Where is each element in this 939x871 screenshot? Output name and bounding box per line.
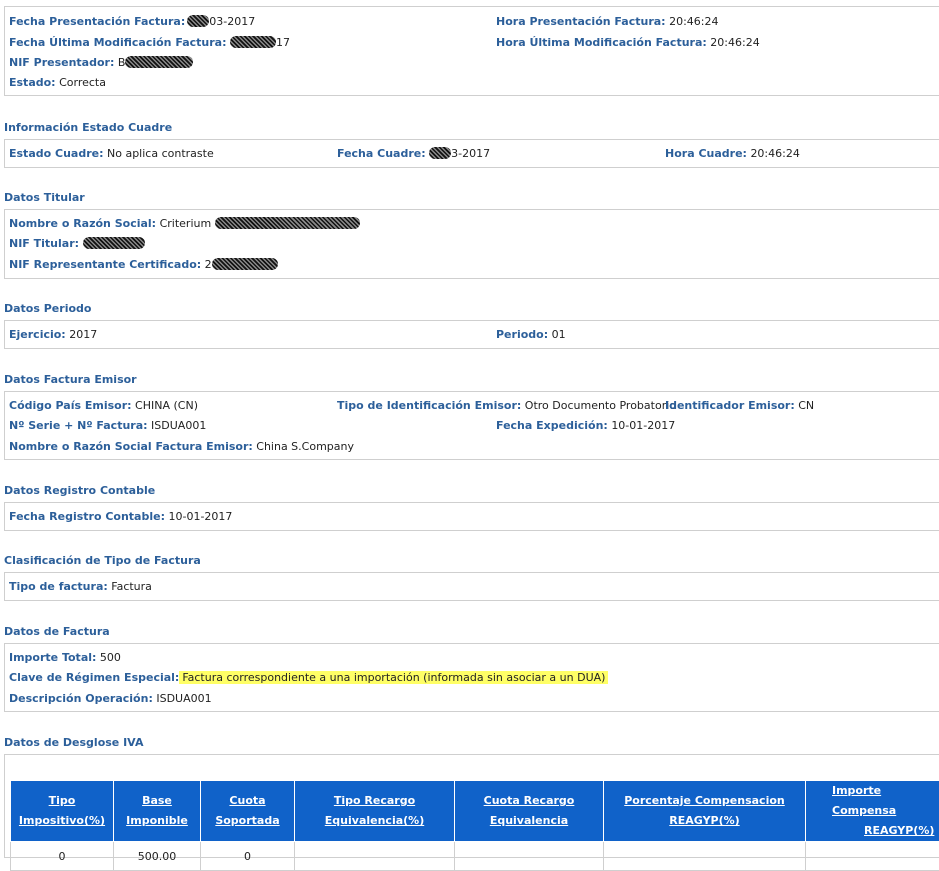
descripcion-operacion: Descripción Operación: ISDUA001	[9, 692, 212, 706]
codigo-pais-emisor: Código País Emisor: CHINA (CN)	[9, 399, 198, 413]
col-tipo-recargo-equivalencia[interactable]: Tipo RecargoEquivalencia(%)	[295, 781, 455, 842]
table-header-row: TipoImpositivo(%) BaseImponible CuotaSop…	[11, 781, 939, 842]
periodo-panel: Ejercicio: 2017 Periodo: 01	[4, 320, 939, 349]
section-title-registro: Datos Registro Contable	[4, 484, 155, 498]
estado: Estado: Correcta	[9, 76, 106, 90]
nombre-razon-social: Nombre o Razón Social: Criterium	[9, 217, 360, 231]
section-title-emisor: Datos Factura Emisor	[4, 373, 137, 387]
titular-panel: Nombre o Razón Social: Criterium NIF Tit…	[4, 209, 939, 279]
redacted-block	[429, 147, 451, 159]
tipo-identificacion-emisor: Tipo de Identificación Emisor: Otro Docu…	[337, 399, 676, 413]
cell-cuota-recargo	[455, 842, 604, 871]
cell-porcentaje-compensacion	[604, 842, 806, 871]
cell-importe-compensacion	[806, 842, 939, 871]
redacted-block	[215, 217, 360, 229]
registro-panel: Fecha Registro Contable: 10-01-2017	[4, 502, 939, 531]
estado-cuadre-panel: Estado Cuadre: No aplica contraste Fecha…	[4, 139, 939, 168]
identificador-emisor: Identificador Emisor: CN	[665, 399, 814, 413]
cell-tipo-recargo	[295, 842, 455, 871]
desglose-iva-table: TipoImpositivo(%) BaseImponible CuotaSop…	[10, 780, 939, 871]
redacted-block	[230, 36, 276, 48]
clave-regimen-especial: Clave de Régimen Especial:Factura corres…	[9, 671, 608, 685]
cell-cuota-soportada: 0	[201, 842, 295, 871]
nombre-emisor: Nombre o Razón Social Factura Emisor: Ch…	[9, 440, 354, 454]
redacted-block	[212, 258, 278, 270]
nif-presentador: NIF Presentador: B	[9, 56, 193, 70]
cell-tipo-impositivo: 0	[11, 842, 114, 871]
factura-panel: Importe Total: 500 Clave de Régimen Espe…	[4, 643, 939, 712]
periodo: Periodo: 01	[496, 328, 566, 342]
col-cuota-soportada[interactable]: CuotaSoportada	[201, 781, 295, 842]
numero-serie-factura: Nº Serie + Nº Factura: ISDUA001	[9, 419, 206, 433]
section-title-clasificacion: Clasificación de Tipo de Factura	[4, 554, 201, 568]
fecha-ultima-modificacion: Fecha Última Modificación Factura: 17	[9, 36, 290, 50]
importe-total: Importe Total: 500	[9, 651, 121, 665]
col-tipo-impositivo[interactable]: TipoImpositivo(%)	[11, 781, 114, 842]
fecha-presentacion: Fecha Presentación Factura:03-2017	[9, 15, 255, 29]
section-title-periodo: Datos Periodo	[4, 302, 91, 316]
col-porcentaje-compensacion[interactable]: Porcentaje CompensacionREAGYP(%)	[604, 781, 806, 842]
presentacion-panel: Fecha Presentación Factura:03-2017 Hora …	[4, 6, 939, 96]
emisor-panel: Código País Emisor: CHINA (CN) Tipo de I…	[4, 391, 939, 460]
clasificacion-panel: Tipo de factura: Factura	[4, 572, 939, 601]
section-title-titular: Datos Titular	[4, 191, 85, 205]
cell-base-imponible: 500.00	[114, 842, 201, 871]
hora-ultima-modificacion: Hora Última Modificación Factura: 20:46:…	[496, 36, 760, 50]
table-row: 0 500.00 0	[11, 842, 939, 871]
col-cuota-recargo-equivalencia[interactable]: Cuota RecargoEquivalencia	[455, 781, 604, 842]
section-title-factura: Datos de Factura	[4, 625, 110, 639]
col-base-imponible[interactable]: BaseImponible	[114, 781, 201, 842]
estado-cuadre: Estado Cuadre: No aplica contraste	[9, 147, 214, 161]
nif-titular: NIF Titular:	[9, 237, 145, 251]
col-importe-compensacion[interactable]: Importe CompensaREAGYP(%)	[806, 781, 939, 842]
hora-presentacion: Hora Presentación Factura: 20:46:24	[496, 15, 718, 29]
section-title-desglose-iva: Datos de Desglose IVA	[4, 736, 143, 750]
fecha-expedicion: Fecha Expedición: 10-01-2017	[496, 419, 675, 433]
redacted-block	[125, 56, 193, 68]
section-title-estado-cuadre: Información Estado Cuadre	[4, 121, 172, 135]
redacted-block	[187, 15, 209, 27]
fecha-cuadre: Fecha Cuadre: 3-2017	[337, 147, 490, 161]
nif-representante: NIF Representante Certificado: 2	[9, 258, 278, 272]
fecha-registro-contable: Fecha Registro Contable: 10-01-2017	[9, 510, 232, 524]
redacted-block	[83, 237, 145, 249]
ejercicio: Ejercicio: 2017	[9, 328, 97, 342]
clave-regimen-highlight: Factura correspondiente a una importació…	[179, 671, 608, 684]
hora-cuadre: Hora Cuadre: 20:46:24	[665, 147, 800, 161]
tipo-factura: Tipo de factura: Factura	[9, 580, 152, 594]
